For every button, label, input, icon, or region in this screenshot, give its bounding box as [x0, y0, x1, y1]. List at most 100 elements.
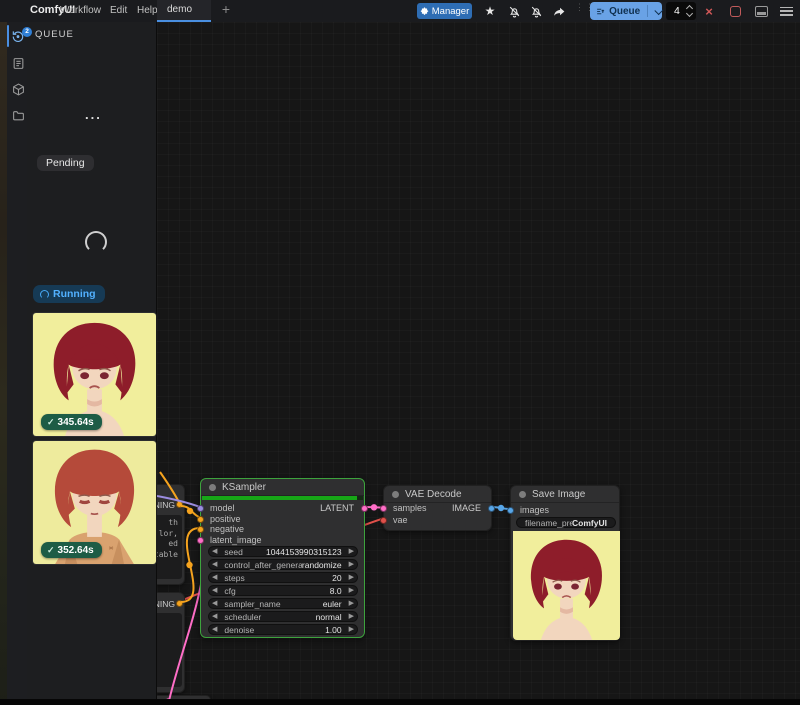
node-library-icon: [12, 57, 25, 70]
menu-workflow[interactable]: Workflow: [60, 5, 101, 16]
queue-panel-title: QUEUE: [35, 29, 74, 40]
bottom-edge-bar: [0, 699, 800, 705]
conditioning-output-label: NNING: [157, 500, 175, 510]
running-spinner-icon: [40, 290, 49, 299]
negative-input-port[interactable]: [197, 526, 204, 533]
decrement-arrow-icon[interactable]: ◀: [209, 548, 220, 555]
save-image-node[interactable]: Save Image images filename_prefix ComfyU…: [510, 485, 620, 641]
menu-help[interactable]: Help: [137, 5, 158, 16]
increment-arrow-icon[interactable]: ▶: [346, 574, 357, 581]
seed-widget[interactable]: ◀ seed 1044153990315123 ▶: [208, 546, 358, 557]
cfg-widget[interactable]: ◀ cfg 8.0 ▶: [208, 585, 358, 596]
vae-decode-node[interactable]: VAE Decode samples vae IMAGE: [383, 485, 492, 531]
clip-text-encode-node-positive[interactable]: NNING th lor, ed itable: [157, 484, 185, 585]
control-after-generate-widget[interactable]: ◀ control_after_generate randomize ▶: [208, 559, 358, 570]
prompt-textarea[interactable]: th lor, ed itable: [157, 515, 182, 579]
collapse-dot-icon[interactable]: [519, 491, 526, 498]
ksampler-title-bar[interactable]: KSampler: [201, 479, 364, 496]
samples-input-port[interactable]: [380, 505, 387, 512]
queue-result-image-2[interactable]: ✓ 352.64s: [33, 441, 156, 564]
sidebar-item-model-library[interactable]: [10, 81, 26, 97]
clip-text-encode-node-negative[interactable]: NNING: [157, 592, 185, 693]
clear-queue-button[interactable]: ×: [701, 3, 717, 19]
latent-image-input-label: latent_image: [210, 535, 262, 545]
comfyui-window: ComfyUI Workflow Edit Help demo + Manage…: [0, 0, 800, 705]
manager-button[interactable]: Manager: [417, 3, 472, 19]
save-image-title: Save Image: [532, 489, 585, 500]
sidebar-rail: 2: [7, 22, 27, 705]
sampler-name-widget[interactable]: ◀ sampler_name euler ▶: [208, 598, 358, 609]
pending-ellipsis: ...: [85, 107, 102, 122]
images-input-port[interactable]: [507, 507, 514, 514]
decrement-arrow-icon[interactable]: ◀: [209, 574, 220, 581]
chevron-down-icon[interactable]: [654, 5, 663, 14]
save-image-preview[interactable]: [513, 531, 620, 640]
bottom-panel-toggle[interactable]: [753, 3, 769, 19]
hamburger-icon: [780, 6, 793, 17]
model-input-label: model: [210, 503, 235, 513]
stop-icon: [730, 6, 741, 17]
save-image-title-bar[interactable]: Save Image: [511, 486, 619, 503]
conditioning-output-port[interactable]: [176, 501, 183, 508]
sidebar-item-node-library[interactable]: [10, 55, 26, 71]
preview-darkred-girl: [513, 531, 620, 640]
active-tab-indicator: [7, 25, 9, 47]
positive-input-label: positive: [210, 514, 241, 524]
check-icon: ✓: [47, 545, 55, 556]
images-input-label: images: [520, 505, 549, 515]
decrement-arrow-icon[interactable]: ◀: [209, 613, 220, 620]
vae-input-port[interactable]: [380, 517, 387, 524]
scheduler-widget[interactable]: ◀ scheduler normal ▶: [208, 611, 358, 622]
increment-arrow-icon[interactable]: ▶: [346, 587, 357, 594]
sidebar-item-queue[interactable]: 2: [10, 28, 26, 44]
denoise-widget[interactable]: ◀ denoise 1.00 ▶: [208, 624, 358, 635]
interrupt-button[interactable]: [727, 3, 743, 19]
bell-slash-icon-1[interactable]: [506, 3, 522, 19]
samples-input-label: samples: [393, 503, 427, 513]
latent-output-port[interactable]: [361, 505, 368, 512]
main-menu-button[interactable]: [778, 3, 794, 19]
increment-arrow-icon[interactable]: ▶: [346, 613, 357, 620]
queue-result-image-1[interactable]: ✓ 345.64s: [33, 313, 156, 436]
decrement-icon[interactable]: [686, 10, 693, 17]
menu-edit[interactable]: Edit: [110, 5, 127, 16]
top-menubar: ComfyUI Workflow Edit Help demo + Manage…: [0, 0, 800, 22]
increment-arrow-icon[interactable]: ▶: [346, 561, 357, 568]
queue-button[interactable]: Queue: [590, 2, 662, 20]
latent-image-input-port[interactable]: [197, 537, 204, 544]
batch-count-stepper[interactable]: 4: [666, 2, 696, 20]
batch-count-value: 4: [674, 5, 687, 17]
progress-track: [202, 496, 363, 500]
increment-arrow-icon[interactable]: ▶: [346, 626, 357, 633]
increment-arrow-icon[interactable]: ▶: [346, 548, 357, 555]
decrement-arrow-icon[interactable]: ◀: [209, 587, 220, 594]
sidebar-item-workflows[interactable]: [10, 107, 26, 123]
ksampler-node[interactable]: KSampler model positive negative latent_…: [200, 478, 365, 638]
desktop-wallpaper-strip: [0, 22, 7, 705]
conditioning-output-port[interactable]: [176, 600, 183, 607]
panel-icon: [755, 6, 768, 17]
queue-sidebar-panel: QUEUE ... Pending Running: [27, 22, 157, 705]
workflow-tab-demo[interactable]: demo: [157, 0, 211, 22]
negative-input-label: negative: [210, 524, 244, 534]
image-output-port[interactable]: [488, 505, 495, 512]
star-icon[interactable]: ★: [482, 3, 498, 19]
vae-decode-title-bar[interactable]: VAE Decode: [384, 486, 491, 503]
decrement-arrow-icon[interactable]: ◀: [209, 600, 220, 607]
new-workflow-button[interactable]: +: [218, 1, 234, 17]
filename-prefix-widget[interactable]: filename_prefix ComfyUI: [516, 517, 616, 528]
increment-arrow-icon[interactable]: ▶: [346, 600, 357, 607]
steps-widget[interactable]: ◀ steps 20 ▶: [208, 572, 358, 583]
positive-input-port[interactable]: [197, 516, 204, 523]
decrement-arrow-icon[interactable]: ◀: [209, 561, 220, 568]
workflow-tab-label: demo: [167, 4, 192, 15]
graph-canvas[interactable]: NNING th lor, ed itable NNING: [157, 22, 800, 705]
toolbar-drag-handle[interactable]: ⋮⋮: [575, 5, 583, 17]
model-input-port[interactable]: [197, 505, 204, 512]
bell-slash-icon-2[interactable]: [528, 3, 544, 19]
decrement-arrow-icon[interactable]: ◀: [209, 626, 220, 633]
share-arrow-icon[interactable]: [551, 3, 567, 19]
collapse-dot-icon[interactable]: [392, 491, 399, 498]
prompt-textarea[interactable]: [157, 613, 182, 687]
collapse-dot-icon[interactable]: [209, 484, 216, 491]
